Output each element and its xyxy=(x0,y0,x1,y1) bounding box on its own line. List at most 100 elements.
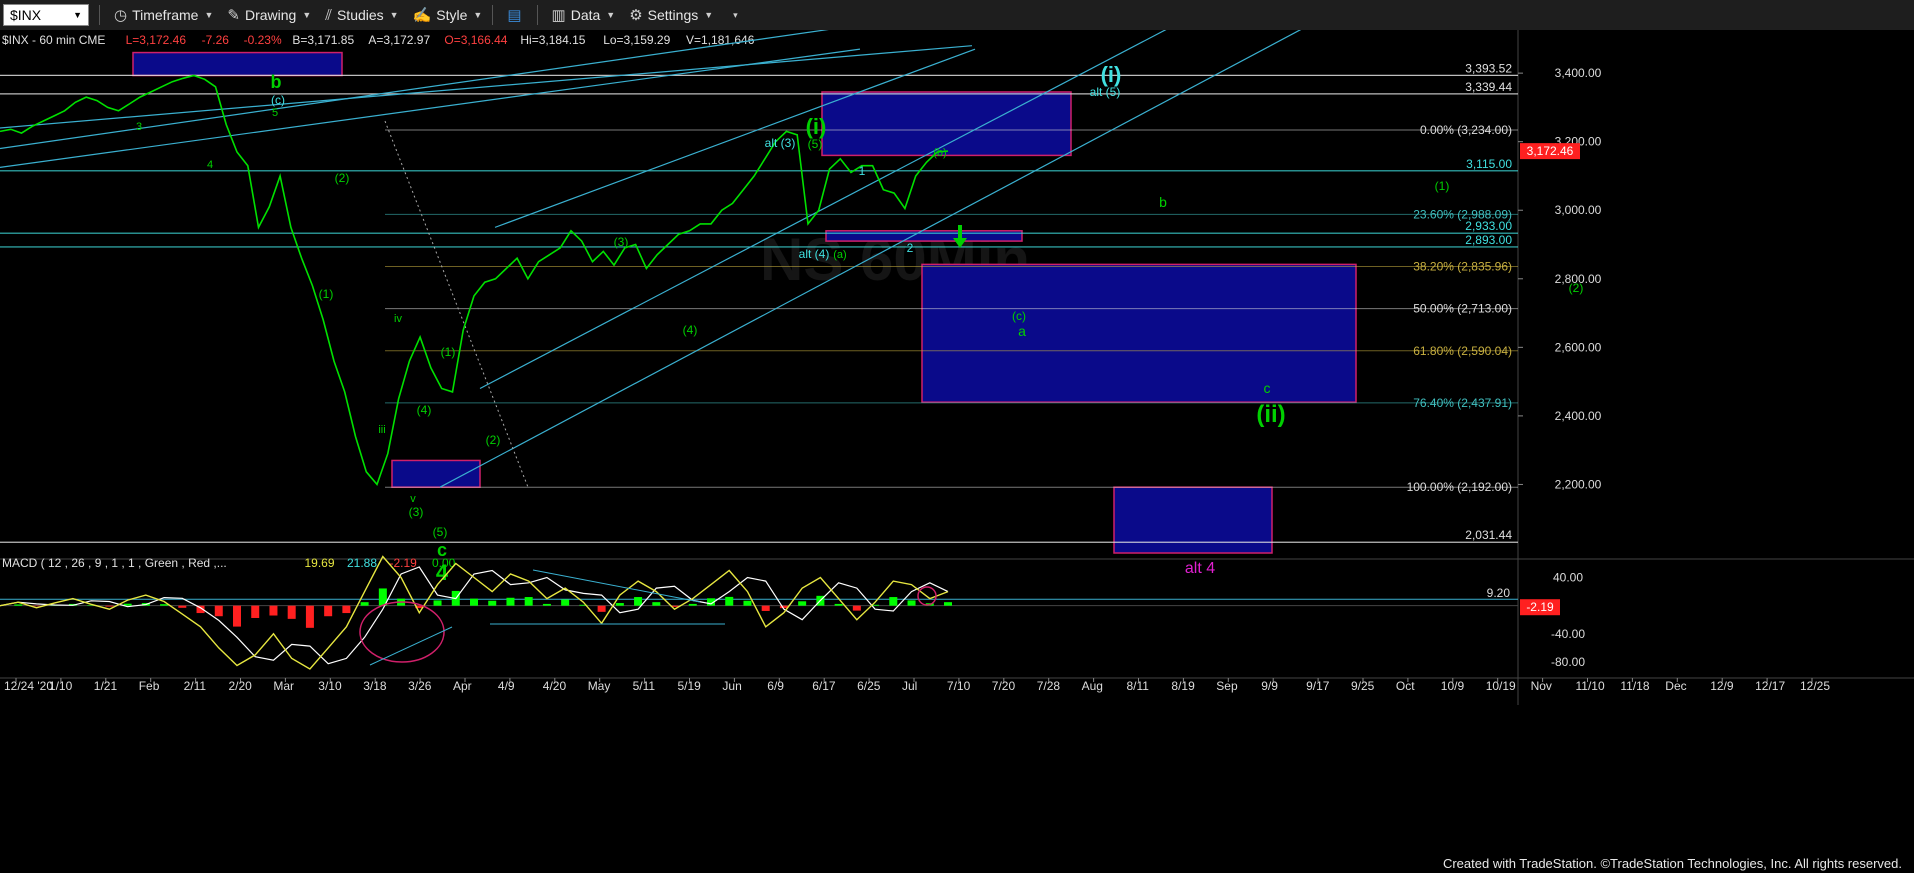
time-axis-label: 10/19 xyxy=(1486,679,1516,693)
header-quote-field: Hi=3,184.15 xyxy=(520,33,585,47)
time-axis-label: 10/9 xyxy=(1441,679,1465,693)
wave-label: (3) xyxy=(614,235,629,249)
macd-histogram-bar xyxy=(907,600,916,606)
macd-histogram-bar xyxy=(433,600,442,606)
wave-label: (1) xyxy=(441,345,456,359)
macd-histogram-bar xyxy=(178,605,187,608)
price-axis-label: 3,400.00 xyxy=(1555,66,1602,80)
time-axis-label: 12/24 '20 xyxy=(4,679,53,693)
studies-label: Studies xyxy=(336,7,384,23)
price-level-label: 3,393.52 xyxy=(1465,61,1512,75)
time-axis-label: Aug xyxy=(1082,679,1103,693)
macd-histogram-bar xyxy=(561,599,570,606)
wave-label: alt (4) xyxy=(799,247,830,261)
wave-label: 1 xyxy=(859,164,866,178)
fib-label: 38.20% (2,835.96) xyxy=(1413,259,1512,273)
macd-histogram-bar xyxy=(542,603,551,606)
caret-down-small-icon: ▾ xyxy=(733,9,738,20)
price-level-label: 2,933.00 xyxy=(1465,219,1512,233)
wave-label: c xyxy=(1264,380,1271,396)
wave-label: (c) xyxy=(271,93,285,107)
studies-button[interactable]: ⫽ Studies ▼ xyxy=(325,7,398,24)
macd-histogram-bar xyxy=(287,605,296,619)
macd-histogram-bar xyxy=(506,597,515,606)
macd-histogram-bar xyxy=(233,605,241,627)
time-axis-label: Nov xyxy=(1531,679,1552,693)
time-axis-label: 12/9 xyxy=(1710,679,1734,693)
symbol-value: $INX xyxy=(10,7,42,23)
wave-label: (4) xyxy=(417,403,432,417)
macd-histogram-bar xyxy=(944,602,952,606)
drawing-label: Drawing xyxy=(244,7,297,23)
wave-label: (ii) xyxy=(1256,401,1285,428)
clock-icon: ◷ xyxy=(114,7,128,24)
time-axis-label: Oct xyxy=(1396,679,1415,693)
macd-histogram-bar xyxy=(889,597,898,606)
wave-label: (2) xyxy=(486,433,501,447)
data-button[interactable]: ▥ Data ▼ xyxy=(552,6,616,24)
time-axis-label: Apr xyxy=(453,679,472,693)
target-box xyxy=(391,459,481,488)
timeframe-button[interactable]: ◷ Timeframe ▼ xyxy=(114,6,213,24)
chart-background xyxy=(0,30,1914,873)
time-axis-label: 12/25 xyxy=(1800,679,1830,693)
time-axis-label: 6/25 xyxy=(857,679,881,693)
wave-label: b xyxy=(271,72,282,92)
toolbar-divider xyxy=(536,5,538,25)
wave-label: (1) xyxy=(319,287,334,301)
time-axis-label: 7/20 xyxy=(992,679,1016,693)
macd-histogram-bar xyxy=(652,602,661,606)
wave-label: (2) xyxy=(1569,281,1584,295)
price-axis-label: 3,000.00 xyxy=(1555,203,1602,217)
wave-label: 3 xyxy=(136,121,142,133)
caret-down-icon: ▼ xyxy=(389,10,399,20)
wave-label: (4) xyxy=(683,323,698,337)
macd-histogram-bar xyxy=(470,598,478,606)
time-axis-label: Jul xyxy=(902,679,917,693)
style-icon: ✍ xyxy=(412,7,432,24)
time-axis-label: 8/19 xyxy=(1171,679,1195,693)
macd-histogram-bar xyxy=(251,605,260,618)
target-box xyxy=(1113,486,1273,554)
wave-label: alt 4 xyxy=(1185,560,1215,577)
macd-histogram-bar xyxy=(761,605,770,611)
time-axis-label: Feb xyxy=(139,679,160,693)
price-axis-label: 2,400.00 xyxy=(1555,409,1602,423)
style-button[interactable]: ✍ Style ▼ xyxy=(413,6,483,24)
price-axis-label: 2,600.00 xyxy=(1555,340,1602,354)
fib-label: 50.00% (2,713.00) xyxy=(1413,302,1512,316)
macd-histogram-bar xyxy=(324,605,333,617)
time-axis-label: 1/21 xyxy=(94,679,118,693)
macd-histogram-bar xyxy=(342,605,351,614)
time-axis-label: 2/20 xyxy=(229,679,253,693)
bar-chart-icon: ▥ xyxy=(551,7,566,24)
macd-histogram-bar xyxy=(14,604,23,606)
macd-histogram-bar xyxy=(305,605,314,628)
layout-button[interactable]: ▤ xyxy=(507,6,526,24)
time-axis-label: 4/20 xyxy=(543,679,567,693)
header-quote-field: L=3,172.46 xyxy=(126,33,187,47)
time-axis-label: Sep xyxy=(1216,679,1238,693)
fib-label: 0.00% (3,234.00) xyxy=(1420,123,1512,137)
price-chart[interactable]: NS 60Min$INX - 60 min CME L=3,172.46 -7.26… xyxy=(0,30,1914,873)
macd-histogram-bar xyxy=(524,597,533,606)
target-box xyxy=(921,263,1357,403)
time-axis-label: 7/10 xyxy=(947,679,971,693)
wave-label: (5) xyxy=(808,137,823,151)
price-level-label: 2,893.00 xyxy=(1465,233,1512,247)
wave-label: iv xyxy=(394,313,402,325)
fib-label: 76.40% (2,437.91) xyxy=(1413,396,1512,410)
settings-button[interactable]: ⚙ Settings ▼ xyxy=(629,6,713,24)
time-axis-label: 5/11 xyxy=(633,679,656,693)
wave-label: 5 xyxy=(272,107,278,119)
symbol-selector[interactable]: $INX ▼ xyxy=(3,4,89,26)
wave-label: (1) xyxy=(1435,179,1450,193)
wave-label: b xyxy=(1159,194,1167,210)
more-button[interactable]: ▾ xyxy=(727,10,738,21)
wave-label: 2 xyxy=(907,241,914,255)
caret-down-icon: ▼ xyxy=(606,10,616,20)
price-level-label: 3,339.44 xyxy=(1465,80,1512,94)
drawing-button[interactable]: ✎ Drawing ▼ xyxy=(227,6,311,24)
macd-histogram-bar xyxy=(743,600,752,606)
header-quote-field: -0.23% xyxy=(244,33,282,47)
